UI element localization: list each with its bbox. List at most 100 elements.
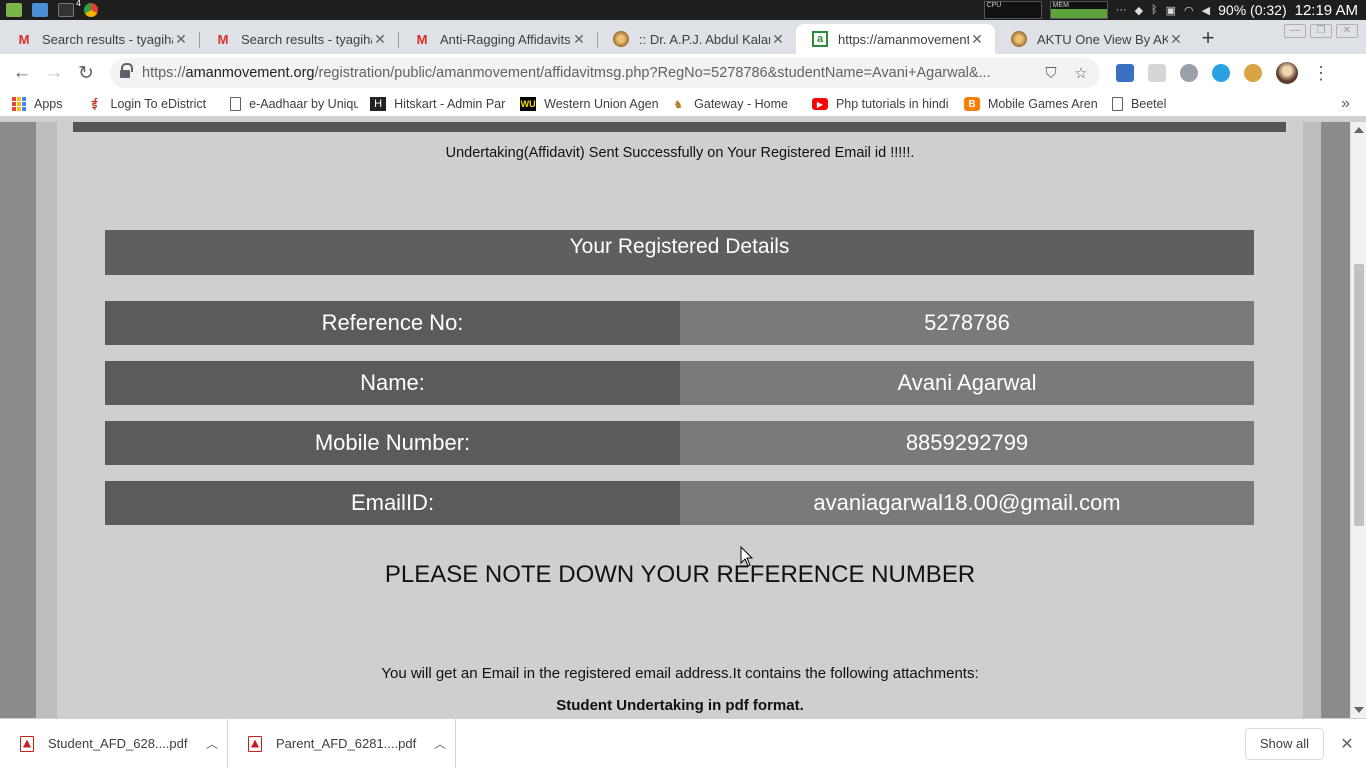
volume-icon[interactable]: ◀ [1202, 4, 1210, 17]
tab-gmail-search-2[interactable]: M Search results - tyagihar ✕ [199, 24, 398, 54]
header-band [73, 122, 1286, 132]
bookmark-e-aadhaar[interactable]: e-Aadhaar by Uniqu [218, 97, 358, 111]
western-union-icon: WU [520, 97, 537, 111]
new-tab-button[interactable]: + [1194, 24, 1222, 54]
show-all-button[interactable]: Show all [1244, 727, 1324, 760]
success-message: Undertaking(Affidavit) Sent Successfully… [445, 145, 915, 161]
bookmark-edistrict[interactable]: ई Login To eDistrict [75, 97, 219, 111]
tab-aktu[interactable]: :: Dr. A.P.J. Abdul Kalam T ✕ [597, 24, 796, 54]
page-scrollbar[interactable] [1350, 122, 1366, 718]
bookmark-php-tutorials[interactable]: ▶ Php tutorials in hindi [800, 97, 952, 111]
seal-icon [613, 31, 629, 47]
pdf-icon [20, 735, 34, 752]
file-manager-icon[interactable] [32, 3, 48, 17]
bookmark-beetel[interactable]: Beetel [1100, 97, 1178, 111]
detail-value: 8859292799 [680, 421, 1254, 465]
close-tab-icon[interactable]: ✕ [173, 31, 189, 48]
document-icon [230, 97, 242, 111]
detail-label: Reference No: [105, 301, 680, 345]
detail-value: Avani Agarwal [680, 361, 1254, 405]
document-icon [1111, 97, 1123, 111]
tab-gmail-search-1[interactable]: M Search results - tyagihar ✕ [0, 24, 199, 54]
close-tab-icon[interactable]: ✕ [770, 31, 786, 48]
page-viewport: Undertaking(Affidavit) Sent Successfully… [0, 122, 1350, 718]
bookmarks-bar: Apps ई Login To eDistrict e-Aadhaar by U… [0, 92, 1366, 117]
shield-icon[interactable]: ◆ [1135, 4, 1143, 17]
details-heading: Your Registered Details [105, 230, 1254, 275]
chrome-launcher-icon[interactable] [84, 3, 98, 17]
extension-icon[interactable] [1116, 64, 1134, 82]
page-content: Undertaking(Affidavit) Sent Successfully… [57, 122, 1303, 718]
detail-value: 5278786 [680, 301, 1254, 345]
mint-menu-icon[interactable] [6, 3, 22, 17]
more-bookmarks-icon[interactable]: » [1341, 95, 1366, 113]
bookmark-gateway[interactable]: ♞ Gateway - Home [658, 97, 800, 111]
detail-value: avaniagarwal18.00@gmail.com [680, 481, 1254, 525]
blocked-content-icon[interactable]: ⛉ [1042, 65, 1060, 82]
cookie-icon[interactable] [1244, 64, 1262, 82]
edistrict-icon: ई [91, 98, 98, 111]
scrollbar-thumb[interactable] [1354, 264, 1364, 526]
youtube-icon: ▶ [811, 98, 828, 110]
email-info-text: You will get an Email in the registered … [381, 665, 979, 682]
bookmark-hitskart[interactable]: H Hitskart - Admin Par [358, 97, 508, 111]
back-button[interactable]: ← [6, 57, 38, 89]
download-item-student[interactable]: Student_AFD_628....pdf ︿ [0, 718, 228, 768]
scroll-up-icon[interactable] [1354, 127, 1364, 133]
bookmark-western-union[interactable]: WU Western Union Agen [508, 97, 658, 111]
chevron-up-icon[interactable]: ︿ [197, 735, 227, 752]
close-tab-icon[interactable]: ✕ [372, 31, 388, 48]
bookmark-apps[interactable]: Apps [0, 97, 75, 111]
clipboard-icon[interactable]: ▣ [1166, 4, 1176, 17]
reference-note: PLEASE NOTE DOWN YOUR REFERENCE NUMBER [384, 561, 976, 588]
maximize-icon[interactable]: ❐ [1310, 24, 1332, 38]
forward-button[interactable]: → [38, 57, 70, 89]
tab-amanmovement-active[interactable]: a https://amanmovement ✕ [796, 24, 995, 54]
reload-button[interactable]: ↻ [70, 57, 102, 89]
window-controls: — ❐ ✕ [1284, 20, 1366, 48]
detail-label: Name: [105, 361, 680, 405]
close-tab-icon[interactable]: ✕ [969, 31, 985, 48]
gmail-icon: M [217, 31, 229, 47]
wifi-icon[interactable]: ◠ [1184, 4, 1194, 17]
window-close-icon[interactable]: ✕ [1336, 24, 1358, 38]
gmail-icon: M [416, 31, 428, 47]
url-text[interactable]: https://amanmovement.org/registration/pu… [142, 65, 1030, 81]
extension-icon[interactable] [1148, 64, 1166, 82]
battery-status[interactable]: 90% (0:32) [1218, 2, 1286, 18]
tab-anti-ragging[interactable]: M Anti-Ragging Affidavits - ✕ [398, 24, 597, 54]
profile-avatar[interactable] [1276, 62, 1298, 84]
terminal-icon[interactable]: 4 [58, 0, 81, 17]
cpu-monitor: CPU [983, 1, 1042, 19]
detail-row-name: Name: Avani Agarwal [105, 361, 1254, 405]
tab-aktu-one-view[interactable]: AKTU One View By AKTU ✕ [995, 24, 1194, 54]
extension-icon[interactable] [1180, 64, 1198, 82]
close-tab-icon[interactable]: ✕ [1168, 31, 1184, 48]
bookmark-star-icon[interactable]: ☆ [1072, 64, 1090, 82]
detail-row-mobile: Mobile Number: 8859292799 [105, 421, 1254, 465]
minimize-icon[interactable]: — [1284, 24, 1306, 38]
chevron-up-icon[interactable]: ︿ [425, 735, 455, 752]
bookmark-mobile-games[interactable]: B Mobile Games Aren [952, 97, 1100, 111]
chrome-menu-icon[interactable]: ⋮ [1312, 64, 1330, 82]
attachment-item: Student Undertaking in pdf format. [556, 697, 804, 714]
downloads-shelf: Student_AFD_628....pdf ︿ Parent_AFD_6281… [0, 718, 1366, 768]
close-tab-icon[interactable]: ✕ [571, 31, 587, 48]
download-item-parent[interactable]: Parent_AFD_6281....pdf ︿ [228, 718, 456, 768]
clock[interactable]: 12:19 AM [1295, 2, 1358, 19]
blogger-icon: B [963, 97, 980, 111]
apps-icon [12, 97, 26, 111]
close-downloads-icon[interactable]: ✕ [1334, 734, 1360, 754]
address-bar[interactable]: https://amanmovement.org/registration/pu… [110, 58, 1100, 88]
bluetooth-icon[interactable]: ᛒ [1151, 4, 1158, 16]
amanmovement-icon: a [812, 31, 828, 47]
overflow-icon[interactable]: ··· [1116, 4, 1127, 16]
detail-label: EmailID: [105, 481, 680, 525]
hitskart-icon: H [370, 97, 387, 111]
lock-icon[interactable] [120, 63, 133, 79]
browser-toolbar: ← → ↻ https://amanmovement.org/registrat… [0, 54, 1366, 92]
extension-icon[interactable] [1212, 64, 1230, 82]
memory-monitor: MEM [1049, 1, 1108, 19]
seal-icon [1011, 31, 1027, 47]
scroll-down-icon[interactable] [1354, 707, 1364, 713]
